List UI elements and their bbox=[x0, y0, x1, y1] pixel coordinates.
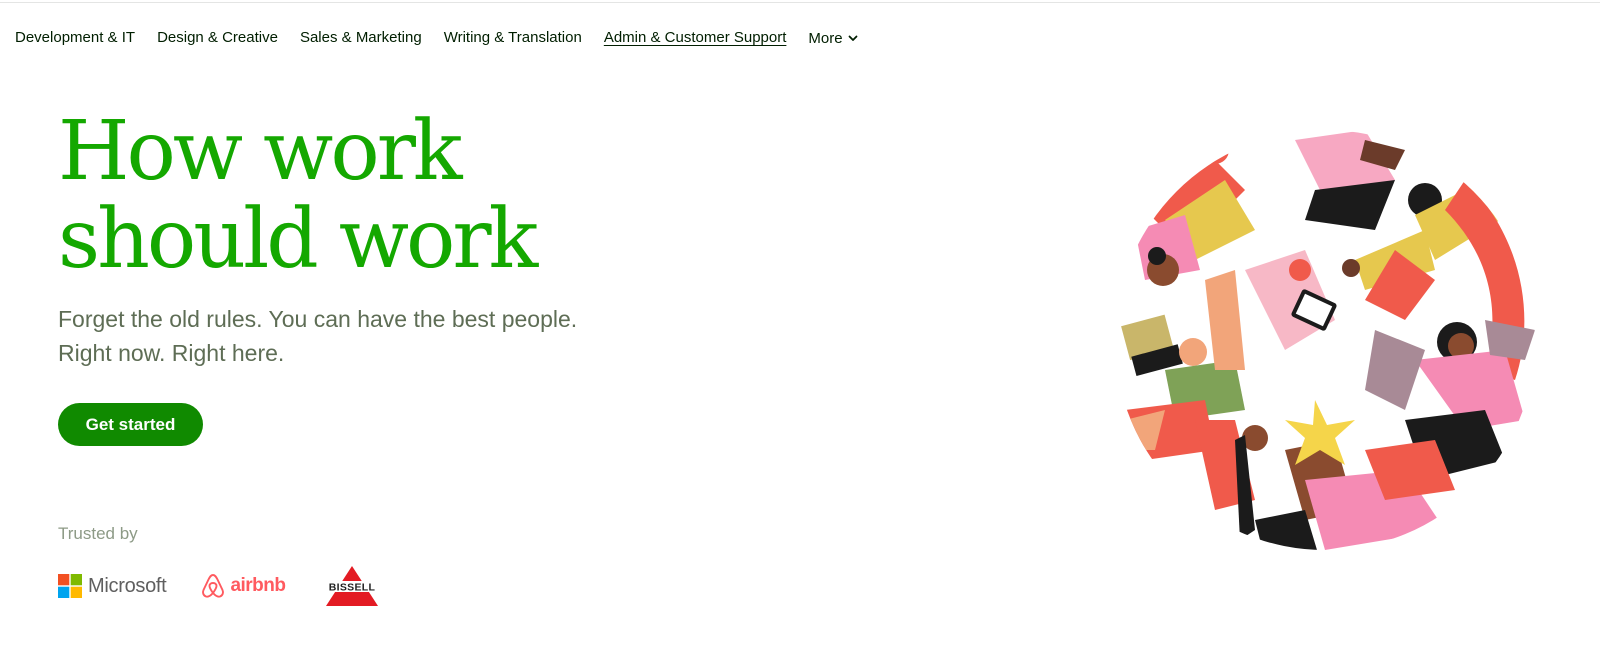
airbnb-wordmark: airbnb bbox=[230, 575, 286, 596]
microsoft-wordmark: Microsoft bbox=[88, 574, 167, 597]
trusted-logos: Microsoft airbnb BISSELL bbox=[58, 566, 418, 606]
hero-subtitle-line-1: Forget the old rules. You can have the b… bbox=[58, 306, 578, 332]
nav-item-sales-marketing[interactable]: Sales & Marketing bbox=[300, 28, 422, 48]
top-divider bbox=[0, 2, 1600, 3]
trusted-by-label: Trusted by bbox=[58, 524, 138, 543]
airbnb-belo-icon bbox=[202, 574, 225, 598]
nav-item-writing-translation[interactable]: Writing & Translation bbox=[444, 28, 582, 48]
hero-subtitle: Forget the old rules. You can have the b… bbox=[58, 302, 678, 370]
nav-more-label: More bbox=[808, 29, 843, 47]
chevron-down-icon bbox=[848, 35, 857, 41]
nav-more-dropdown[interactable]: More bbox=[808, 30, 857, 47]
microsoft-logo: Microsoft bbox=[58, 574, 167, 598]
airbnb-logo: airbnb bbox=[200, 572, 286, 600]
hero-title-line-1: How work bbox=[58, 104, 463, 199]
hero-subtitle-line-2: Right now. Right here. bbox=[58, 340, 285, 366]
hero-title: How work should work bbox=[58, 108, 678, 284]
microsoft-windows-icon bbox=[58, 574, 82, 598]
nav-item-admin-customer-support[interactable]: Admin & Customer Support bbox=[604, 28, 787, 48]
category-nav: Development & IT Design & Creative Sales… bbox=[15, 28, 858, 48]
nav-item-design-creative[interactable]: Design & Creative bbox=[157, 28, 278, 48]
nav-item-development-it[interactable]: Development & IT bbox=[15, 28, 135, 48]
hero-title-line-2: should work bbox=[58, 192, 538, 287]
get-started-button[interactable]: Get started bbox=[58, 403, 203, 446]
hero-illustration bbox=[1115, 130, 1535, 550]
bissell-wordmark: BISSELL bbox=[328, 582, 375, 594]
bissell-logo: BISSELL bbox=[320, 564, 384, 608]
bissell-triangle-icon: BISSELL bbox=[321, 566, 382, 606]
